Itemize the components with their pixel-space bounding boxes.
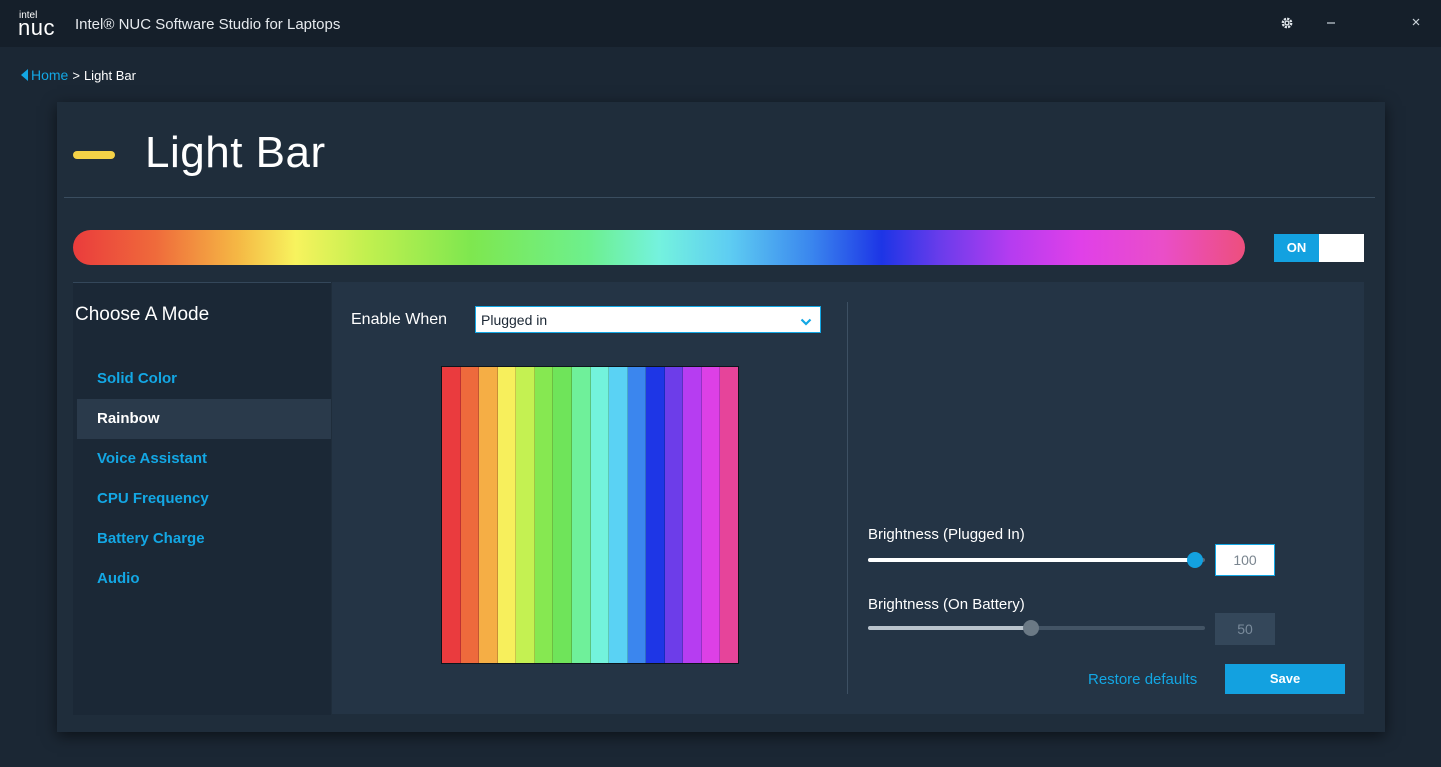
logo-nuc-text: nuc — [18, 15, 55, 40]
rainbow-stripe — [646, 367, 665, 663]
breadcrumb-separator: > — [72, 68, 80, 83]
enable-when-select[interactable]: Plugged in — [475, 306, 821, 333]
brightness-plugged-in-input[interactable]: 100 — [1215, 544, 1275, 576]
mode-item-cpu-frequency[interactable]: CPU Frequency — [77, 479, 331, 519]
slider-thumb[interactable] — [1186, 552, 1203, 568]
rainbow-swatch — [441, 366, 739, 664]
minimize-icon[interactable] — [1320, 12, 1342, 34]
rainbow-stripe — [590, 367, 610, 663]
mode-item-battery-charge[interactable]: Battery Charge — [77, 519, 331, 559]
rainbow-stripe — [516, 367, 535, 663]
mode-item-voice-assistant[interactable]: Voice Assistant — [77, 439, 331, 479]
rainbow-stripe — [627, 367, 647, 663]
rainbow-stripe — [571, 367, 591, 663]
slider-fill — [868, 626, 1032, 630]
brightness-on-battery-label: Brightness (On Battery) — [868, 596, 1025, 613]
light-bar-toggle[interactable]: ON — [1274, 234, 1364, 262]
intel-nuc-logo: intel nuc — [18, 9, 67, 41]
enable-when-label: Enable When — [351, 311, 448, 328]
mode-settings-panel: Enable When Plugged in Brightness (Plugg… — [332, 282, 1364, 714]
title-bar: intel nuc Intel® NUC Software Studio for… — [0, 0, 1441, 404]
brightness-on-battery-input[interactable]: 50 — [1215, 613, 1275, 645]
breadcrumb-home-link[interactable]: Home — [31, 67, 68, 83]
rainbow-stripe — [664, 367, 684, 663]
light-bar-icon — [73, 151, 115, 159]
rainbow-stripe — [460, 367, 480, 663]
breadcrumb: Home > Light Bar — [21, 67, 136, 83]
light-bar-preview — [73, 230, 1245, 265]
toggle-knob[interactable] — [1319, 234, 1364, 262]
mode-item-solid-color[interactable]: Solid Color — [77, 359, 331, 399]
panel-divider — [847, 302, 848, 694]
mode-item-rainbow[interactable]: Rainbow — [77, 399, 331, 439]
breadcrumb-current: Light Bar — [83, 68, 136, 83]
rainbow-stripe — [701, 367, 721, 663]
mode-item-audio[interactable]: Audio — [77, 559, 331, 599]
rainbow-stripe — [609, 367, 628, 663]
slider-thumb[interactable] — [1023, 620, 1040, 636]
rainbow-stripe — [683, 367, 702, 663]
brightness-plugged-in-slider[interactable] — [868, 552, 1205, 568]
enable-when-value: Plugged in — [481, 312, 548, 328]
slider-fill — [868, 558, 1195, 562]
restore-defaults-link[interactable]: Restore defaults — [1088, 671, 1197, 688]
save-button[interactable]: Save — [1225, 664, 1345, 694]
title-divider — [64, 197, 1375, 198]
close-icon[interactable] — [1405, 12, 1427, 34]
mode-panel: Choose A Mode Solid Color Rainbow Voice … — [73, 282, 331, 715]
back-arrow-icon[interactable] — [21, 69, 28, 81]
light-bar-card: Light Bar ON Choose A Mode Solid Color R… — [57, 102, 1385, 732]
rainbow-stripe — [534, 367, 554, 663]
rainbow-stripe — [553, 367, 572, 663]
brightness-on-battery-slider[interactable] — [868, 620, 1205, 636]
rainbow-stripe — [479, 367, 498, 663]
mode-heading: Choose A Mode — [75, 304, 210, 325]
brightness-plugged-in-label: Brightness (Plugged In) — [868, 526, 1025, 543]
app-title: Intel® NUC Software Studio for Laptops — [75, 16, 341, 33]
settings-icon[interactable] — [1276, 12, 1298, 34]
rainbow-stripe — [442, 367, 461, 663]
toggle-on-label: ON — [1274, 234, 1319, 262]
rainbow-stripe — [497, 367, 517, 663]
rainbow-stripe — [720, 367, 738, 663]
page-title: Light Bar — [145, 128, 326, 177]
chevron-down-icon — [800, 314, 812, 332]
